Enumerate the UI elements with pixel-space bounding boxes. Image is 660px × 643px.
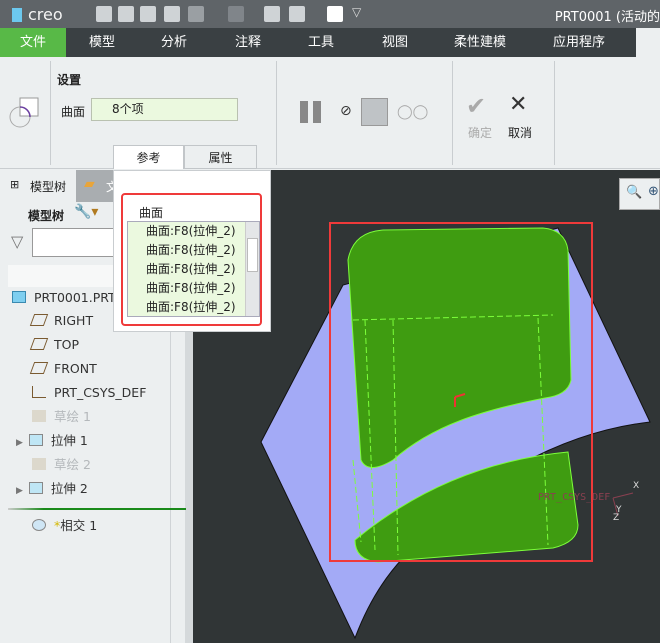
datum-plane-icon <box>29 338 49 350</box>
list-item[interactable]: 曲面:F8(拉伸_2) <box>128 241 259 260</box>
csys-label: PRT_CSYS_DEF <box>538 492 611 503</box>
tree-item-part[interactable]: PRT0001.PRT <box>12 288 116 308</box>
tab-flexible-modeling[interactable]: 柔性建模 <box>434 28 526 57</box>
tab-model-tree[interactable]: ⊞ 模型树 <box>0 170 76 202</box>
tab-folder-browser[interactable]: ▰ 文 <box>76 170 118 202</box>
undo-icon[interactable] <box>188 6 204 22</box>
view-toolbar: 🔍 ⊕ <box>619 178 660 210</box>
tab-analysis[interactable]: 分析 <box>138 28 210 57</box>
verify-preview-button[interactable] <box>361 98 388 126</box>
refit-zoom-icon[interactable]: 🔍 <box>626 185 642 200</box>
tab-annotate[interactable]: 注释 <box>210 28 286 57</box>
expand-arrow-icon[interactable]: ▶ <box>16 486 23 496</box>
redo-icon[interactable] <box>228 6 244 22</box>
extrude-icon <box>28 434 43 446</box>
tree-item-label: 草绘 1 <box>54 409 91 424</box>
tree-item-label: 拉伸 2 <box>50 481 88 496</box>
settings-group-label: 设置 <box>57 73 82 87</box>
intersect-feature-icon <box>9 97 39 128</box>
tools-icon[interactable]: 🔧▾ <box>74 204 98 220</box>
surface-list[interactable]: 曲面:F8(拉伸_2) 曲面:F8(拉伸_2) 曲面:F8(拉伸_2) 曲面:F… <box>127 221 260 317</box>
tree-item-label: TOP <box>54 337 80 352</box>
datum-plane-icon <box>29 362 49 374</box>
open-icon[interactable] <box>140 6 156 22</box>
datum-plane-icon <box>29 314 49 326</box>
tab-model-tree-label: 模型树 <box>30 180 67 194</box>
tab-view[interactable]: 视图 <box>356 28 434 57</box>
ok-check-icon[interactable]: ✔ <box>466 92 486 120</box>
folder-icon: ▰ <box>84 176 95 192</box>
axis-z-label: Z <box>613 513 620 523</box>
tree-icon: ⊞ <box>10 178 20 191</box>
surface-label: 曲面 <box>61 105 86 119</box>
csys-icon <box>32 386 46 398</box>
save-icon[interactable] <box>164 6 180 22</box>
list-item[interactable]: 曲面:F8(拉伸_2) <box>128 298 259 317</box>
surface-collector[interactable]: 8个项 <box>91 98 238 121</box>
tree-item-sketch-1[interactable]: 草绘 1 <box>32 407 91 427</box>
tree-item-csys[interactable]: PRT_CSYS_DEF <box>32 383 146 403</box>
regenerate-icon[interactable] <box>264 6 280 22</box>
tab-references[interactable]: 参考 <box>113 145 184 169</box>
no-preview-icon[interactable]: ⊘ <box>340 103 352 119</box>
references-panel: 曲面 曲面:F8(拉伸_2) 曲面:F8(拉伸_2) 曲面:F8(拉伸_2) 曲… <box>113 170 271 332</box>
tree-item-top[interactable]: TOP <box>29 335 80 355</box>
axis-x-label: X <box>633 481 640 491</box>
windows-icon[interactable] <box>289 6 305 22</box>
print-icon[interactable] <box>118 6 134 22</box>
extrude-icon <box>28 482 43 494</box>
part-icon <box>12 291 26 303</box>
list-item[interactable]: 曲面:F8(拉伸_2) <box>128 222 259 241</box>
tree-item-intersect-1[interactable]: *相交 1 <box>32 516 97 536</box>
tree-item-label: 相交 1 <box>60 518 98 533</box>
tree-item-right[interactable]: RIGHT <box>29 311 94 331</box>
tree-item-label: 草绘 2 <box>54 457 91 472</box>
window-title: PRT0001 (活动的 <box>554 10 660 25</box>
glasses-icon[interactable]: ◯◯ <box>397 104 428 120</box>
close-window-icon[interactable] <box>327 6 343 22</box>
intersect-icon <box>32 519 46 531</box>
tree-item-extrude-1[interactable]: ▶ 拉伸 1 <box>16 431 88 451</box>
ribbon-tabs: 文件 模型 分析 注释 工具 视图 柔性建模 应用程序 <box>0 28 660 57</box>
tab-properties[interactable]: 属性 <box>184 145 257 169</box>
tree-item-label: FRONT <box>54 361 97 376</box>
surfaces-label: 曲面 <box>139 206 164 220</box>
expand-arrow-icon[interactable]: ▶ <box>16 438 23 448</box>
zoom-in-icon[interactable]: ⊕ <box>648 184 659 199</box>
list-item[interactable]: 曲面:F8(拉伸_2) <box>128 260 259 279</box>
list-scrollbar[interactable] <box>245 222 259 316</box>
tree-item-label: 拉伸 1 <box>50 433 88 448</box>
creo-logo: creo <box>12 5 63 24</box>
tab-applications[interactable]: 应用程序 <box>526 28 632 57</box>
customize-dropdown-icon[interactable]: ▽ <box>352 5 361 19</box>
insert-indicator[interactable] <box>8 508 186 510</box>
cancel-button[interactable]: 取消 <box>508 124 532 141</box>
ok-button[interactable]: 确定 <box>468 124 492 141</box>
sketch-icon <box>32 458 46 470</box>
tab-model[interactable]: 模型 <box>66 28 138 57</box>
scrollbar-thumb[interactable] <box>247 238 258 272</box>
new-icon[interactable] <box>96 6 112 22</box>
tree-item-label: RIGHT <box>54 313 94 328</box>
tree-item-extrude-2[interactable]: ▶ 拉伸 2 <box>16 479 88 499</box>
filter-icon[interactable]: ▽ <box>11 232 23 251</box>
list-item[interactable]: 曲面:F8(拉伸_2) <box>128 279 259 298</box>
pause-button[interactable] <box>300 101 324 123</box>
tab-tools[interactable]: 工具 <box>286 28 356 57</box>
sketch-icon <box>32 410 46 422</box>
logo-text: creo <box>28 5 63 24</box>
tree-item-label: PRT0001.PRT <box>34 290 116 305</box>
tree-item-sketch-2[interactable]: 草绘 2 <box>32 455 91 475</box>
title-bar: creo ▽ PRT0001 (活动的 <box>0 0 660 28</box>
tree-item-label: PRT_CSYS_DEF <box>54 385 147 400</box>
model-tree-menu-label: 模型树 <box>28 209 65 223</box>
cancel-x-icon[interactable]: ✕ <box>509 92 527 117</box>
tab-file[interactable]: 文件 <box>0 28 66 57</box>
active-tab-edge <box>636 28 660 57</box>
tree-search-input[interactable] <box>32 228 122 257</box>
tree-item-front[interactable]: FRONT <box>29 359 97 379</box>
